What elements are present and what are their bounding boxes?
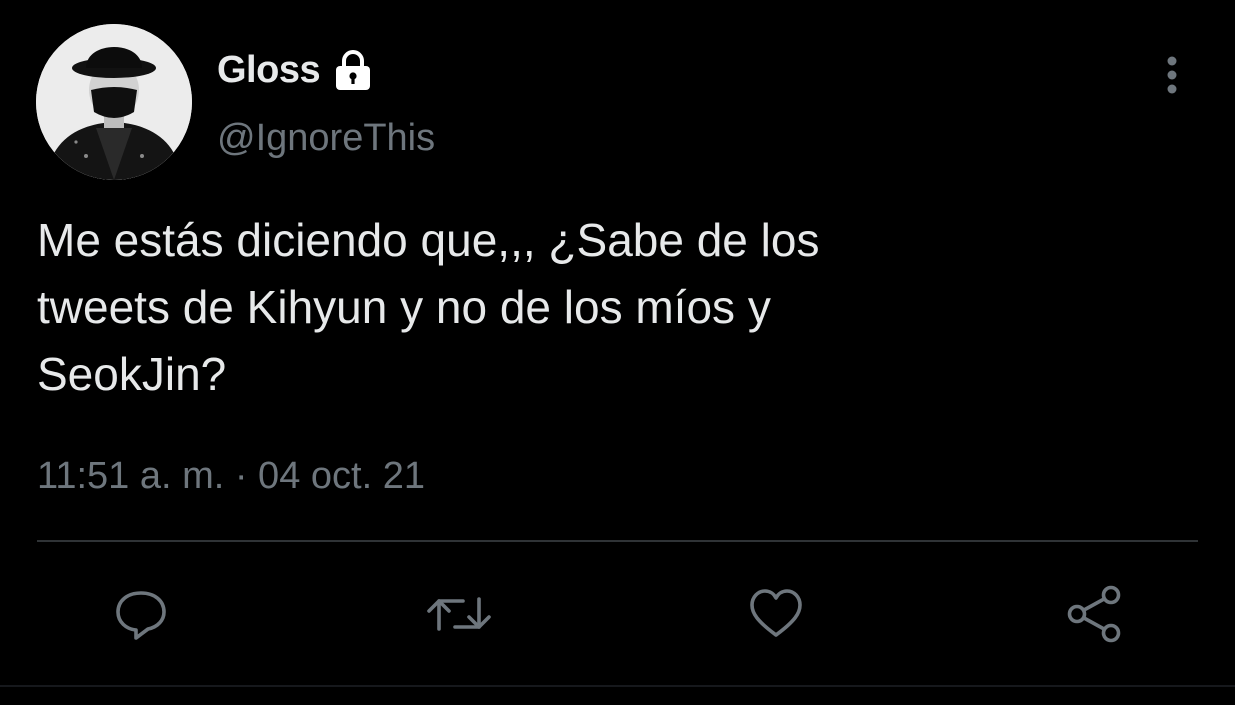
username-handle[interactable]: @IgnoreThis xyxy=(217,117,435,160)
retweet-icon xyxy=(427,597,491,631)
more-options-button[interactable] xyxy=(1150,50,1194,100)
like-heart-icon xyxy=(750,589,802,637)
display-name-row: Gloss xyxy=(217,42,376,98)
divider xyxy=(37,540,1198,542)
lock-icon xyxy=(330,47,376,93)
share-button[interactable] xyxy=(1058,578,1130,650)
retweet-button[interactable] xyxy=(423,578,495,650)
more-vertical-icon xyxy=(1167,56,1177,94)
avatar[interactable] xyxy=(36,24,192,180)
tweet-text: Me estás diciendo que,,, ¿Sabe de los tw… xyxy=(37,214,820,400)
bottom-divider xyxy=(0,685,1235,687)
share-icon xyxy=(1067,585,1121,643)
tweet-detail: Gloss @IgnoreThis Me estás diciendo que,… xyxy=(0,0,1235,705)
display-name[interactable]: Gloss xyxy=(217,49,321,92)
reply-icon xyxy=(116,591,166,640)
action-bar xyxy=(0,578,1235,650)
reply-button[interactable] xyxy=(105,578,177,650)
tweet-timestamp[interactable]: 11:51 a. m. · 04 oct. 21 xyxy=(37,455,425,498)
avatar-photo xyxy=(36,24,192,180)
like-button[interactable] xyxy=(740,578,812,650)
